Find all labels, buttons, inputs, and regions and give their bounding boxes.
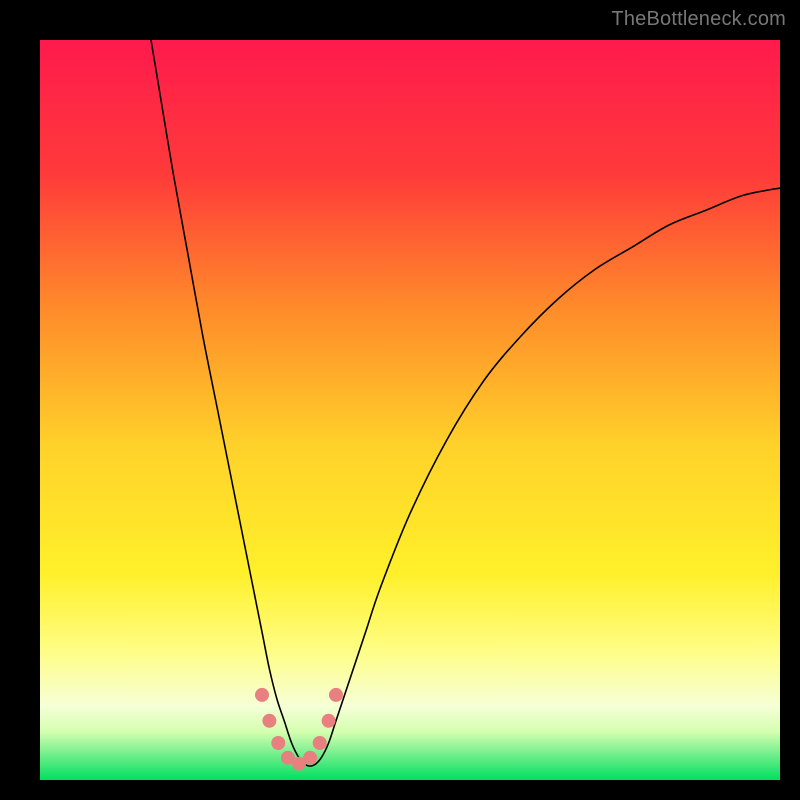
watermark-text: TheBottleneck.com — [611, 8, 786, 31]
trough-dot — [271, 736, 285, 750]
chart-canvas — [40, 40, 780, 780]
trough-dot — [313, 736, 327, 750]
trough-dot — [303, 751, 317, 765]
trough-dot — [322, 714, 336, 728]
trough-dot — [262, 714, 276, 728]
outer-black-frame: TheBottleneck.com — [0, 0, 800, 800]
trough-dot — [329, 688, 343, 702]
chart-svg — [40, 40, 780, 780]
chart-background-gradient — [40, 40, 780, 780]
trough-dot — [255, 688, 269, 702]
